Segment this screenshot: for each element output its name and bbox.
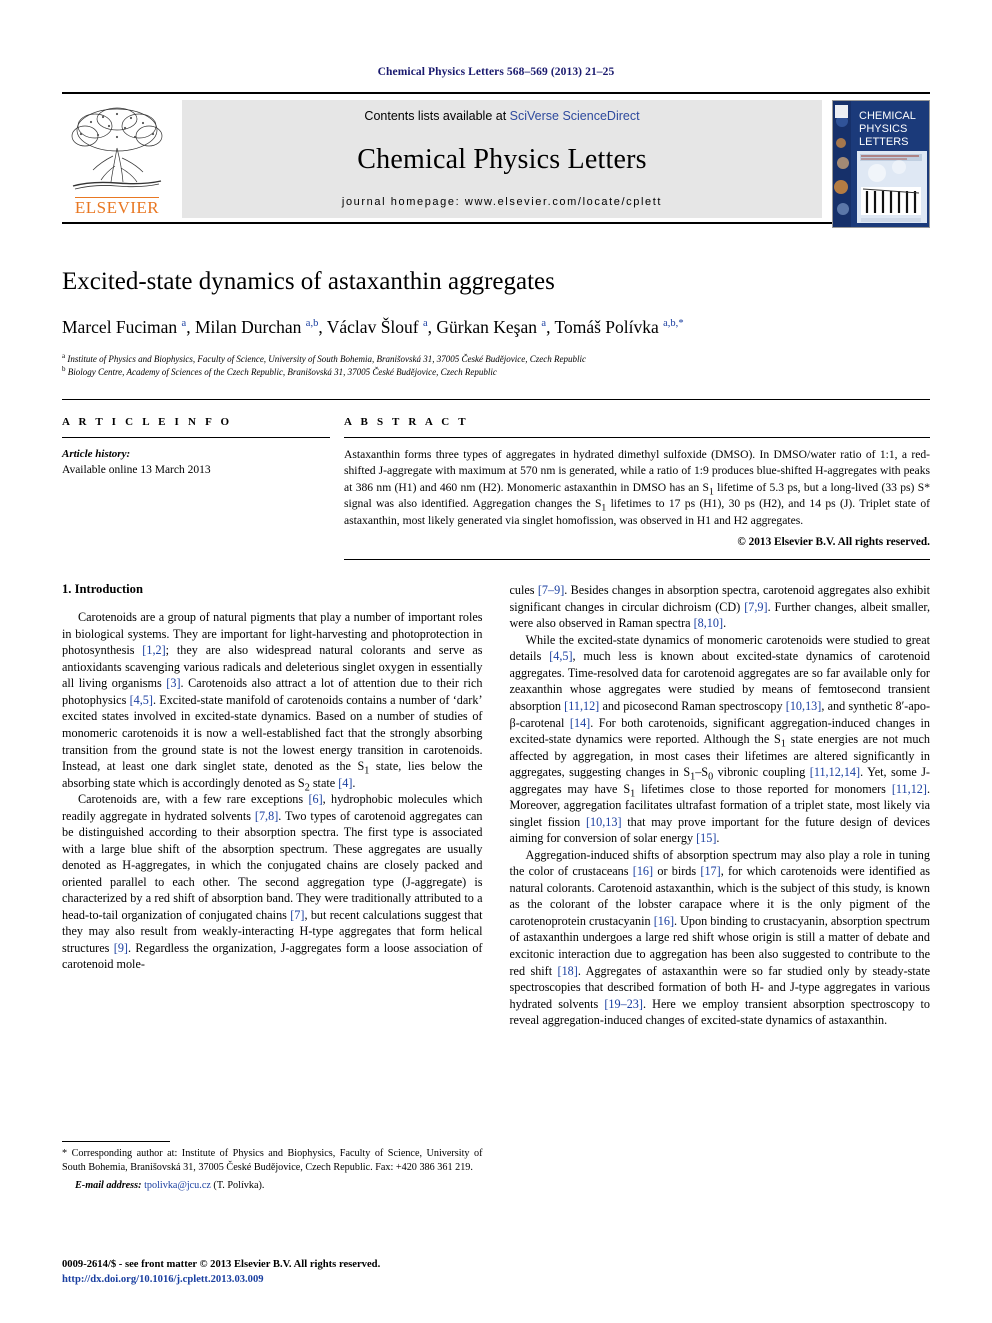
- body-column-right: cules [7–9]. Besides changes in absorpti…: [510, 582, 931, 1192]
- affil-marker: a,b,: [663, 317, 679, 329]
- section-title-introduction: 1. Introduction: [62, 582, 143, 597]
- citation-ref[interactable]: [15]: [696, 831, 716, 845]
- body-columns: 1. Introduction Carotenoids are a group …: [62, 560, 930, 1192]
- citation-ref[interactable]: [1,2]: [142, 643, 165, 657]
- paragraph: Carotenoids are, with a few rare excepti…: [62, 792, 483, 972]
- article-info-column: A R T I C L E I N F O Article history: A…: [62, 416, 344, 561]
- abstract-column: A B S T R A C T Astaxanthin forms three …: [344, 416, 930, 561]
- page-footer: 0009-2614/$ - see front matter © 2013 El…: [62, 1258, 492, 1287]
- issn-copyright-line: 0009-2614/$ - see front matter © 2013 El…: [62, 1259, 381, 1271]
- title-block: Excited-state dynamics of astaxanthin ag…: [62, 224, 930, 400]
- citation-ref[interactable]: [4,5]: [130, 693, 153, 707]
- affil-marker: a: [181, 317, 187, 329]
- paragraph: Aggregation-induced shifts of absorption…: [509, 847, 931, 1028]
- corresponding-marker: *: [678, 317, 684, 329]
- elsevier-tree-icon: [71, 107, 163, 190]
- affiliation-b: b Biology Centre, Academy of Sciences of…: [62, 364, 497, 377]
- article-history-label: Article history:: [62, 447, 131, 460]
- paragraph: cules [7–9]. Besides changes in absorpti…: [509, 583, 931, 631]
- abstract-rule: [344, 436, 930, 438]
- citation-ref[interactable]: [7–9]: [538, 583, 564, 597]
- citation-ref[interactable]: [7,8]: [255, 809, 278, 823]
- affiliation-a: a Institute of Physics and Biophysics, F…: [62, 351, 586, 364]
- affil-marker: a: [541, 317, 547, 329]
- email-suffix: (T. Polívka).: [213, 1179, 265, 1191]
- citation-ref[interactable]: [3]: [166, 676, 180, 690]
- elsevier-wordmark: ELSEVIER: [74, 197, 160, 217]
- citation-ref[interactable]: [9]: [114, 941, 128, 955]
- citation-ref[interactable]: [14]: [570, 716, 590, 730]
- paragraph: Carotenoids are a group of natural pigme…: [62, 610, 483, 794]
- svg-text:LETTERS: LETTERS: [859, 136, 909, 148]
- contents-prefix: Contents lists available at: [364, 109, 510, 123]
- citation-ref[interactable]: [8,10]: [694, 616, 723, 630]
- journal-homepage-link[interactable]: journal homepage: www.elsevier.com/locat…: [342, 196, 662, 208]
- contents-available-line: Contents lists available at SciVerse Sci…: [364, 109, 639, 123]
- footnote-block: * Corresponding author at: Institute of …: [62, 1140, 483, 1193]
- citation-ref[interactable]: [7]: [290, 908, 304, 922]
- citation-ref[interactable]: [11,12]: [892, 782, 927, 796]
- svg-text:CHEMICAL: CHEMICAL: [859, 110, 916, 122]
- citation-ref[interactable]: [10,13]: [586, 815, 622, 829]
- article-info-heading: A R T I C L E I N F O: [62, 415, 233, 428]
- footnote-rule: [62, 1140, 170, 1142]
- citation-ref[interactable]: [4,5]: [549, 649, 572, 663]
- body-column-left: 1. Introduction Carotenoids are a group …: [62, 582, 483, 1192]
- citation-ref[interactable]: [4]: [338, 776, 352, 790]
- citation-ref[interactable]: [7,9]: [744, 600, 767, 614]
- citation-ref[interactable]: [11,12]: [564, 699, 599, 713]
- svg-text:PHYSICS: PHYSICS: [859, 123, 907, 135]
- article-history-value: Available online 13 March 2013: [62, 464, 211, 477]
- citation-ref[interactable]: [16]: [633, 864, 653, 878]
- banner-center: Contents lists available at SciVerse Sci…: [182, 100, 822, 218]
- abstract-text: Astaxanthin forms three types of aggrega…: [344, 447, 930, 527]
- cover-artwork: CHEMICAL PHYSICS LETTERS: [833, 101, 929, 227]
- journal-title: Chemical Physics Letters: [357, 143, 647, 175]
- running-head: Chemical Physics Letters 568–569 (2013) …: [377, 66, 615, 78]
- elsevier-logo: ELSEVIER: [62, 100, 172, 218]
- citation-ref[interactable]: [10,13]: [786, 699, 822, 713]
- page-title: Excited-state dynamics of astaxanthin ag…: [62, 268, 555, 295]
- citation-ref[interactable]: [17]: [700, 864, 720, 878]
- citation-ref[interactable]: [6]: [308, 792, 322, 806]
- journal-cover-thumbnail: CHEMICAL PHYSICS LETTERS: [832, 100, 930, 228]
- article-page: Chemical Physics Letters 568–569 (2013) …: [0, 0, 992, 1323]
- journal-banner: ELSEVIER Contents lists available at Sci…: [62, 92, 930, 228]
- paragraph: While the excited-state dynamics of mono…: [509, 632, 931, 846]
- article-info-rule: [62, 436, 330, 438]
- email-note: E-mail address: tpolivka@jcu.cz (T. Polí…: [62, 1179, 483, 1193]
- citation-ref[interactable]: [18]: [558, 964, 578, 978]
- abstract-heading: A B S T R A C T: [344, 415, 469, 428]
- affil-marker: a,b: [305, 317, 319, 329]
- citation-ref[interactable]: [16]: [654, 914, 674, 928]
- abstract-copyright: © 2013 Elsevier B.V. All rights reserved…: [737, 535, 930, 548]
- abstract-bottom-rule: [344, 559, 930, 561]
- citation-ref[interactable]: [11,12,14]: [810, 765, 860, 779]
- email-link[interactable]: tpolivka@jcu.cz: [144, 1180, 211, 1191]
- citation-ref[interactable]: [19–23]: [604, 997, 643, 1011]
- sciencedirect-link[interactable]: SciVerse ScienceDirect: [510, 109, 640, 123]
- email-label: E-mail address:: [75, 1179, 142, 1191]
- doi-link[interactable]: http://dx.doi.org/10.1016/j.cplett.2013.…: [62, 1273, 492, 1287]
- affil-marker: a: [423, 317, 428, 329]
- info-and-abstract: A R T I C L E I N F O Article history: A…: [62, 400, 930, 561]
- author-list: Marcel Fuciman a, Milan Durchan a,b, Vác…: [62, 316, 684, 337]
- corresponding-author-note: * Corresponding author at: Institute of …: [62, 1147, 483, 1173]
